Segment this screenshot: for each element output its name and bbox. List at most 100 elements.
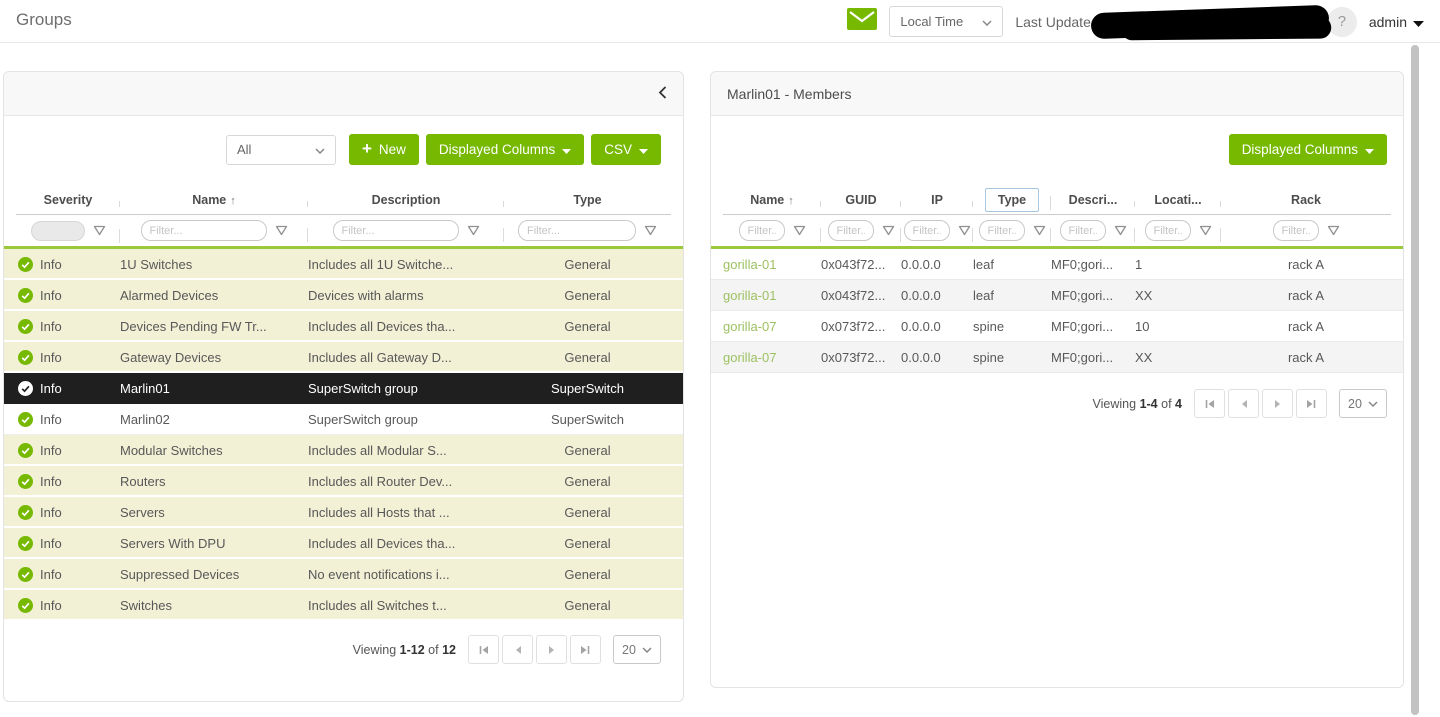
check-circle-icon bbox=[18, 598, 33, 613]
group-row[interactable]: Info Alarmed Devices Devices with alarms… bbox=[4, 280, 683, 311]
csv-button[interactable]: CSV bbox=[591, 134, 661, 165]
group-row[interactable]: Info Gateway Devices Includes all Gatewa… bbox=[4, 342, 683, 373]
group-scope-select[interactable]: All bbox=[226, 135, 336, 165]
column-header-rack[interactable]: Rack bbox=[1221, 193, 1391, 207]
column-header-name[interactable]: Name↑ bbox=[723, 193, 821, 207]
sort-asc-icon: ↑ bbox=[230, 195, 236, 207]
mail-button[interactable] bbox=[847, 8, 877, 35]
member-name-link[interactable]: gorilla-07 bbox=[723, 350, 776, 365]
vertical-scrollbar[interactable] bbox=[1411, 45, 1419, 715]
page-size-select[interactable]: 20 bbox=[1339, 389, 1387, 418]
filter-input[interactable] bbox=[828, 220, 874, 241]
prev-page-button[interactable] bbox=[502, 635, 533, 664]
member-name-link[interactable]: gorilla-01 bbox=[723, 257, 776, 272]
member-ip: 0.0.0.0 bbox=[901, 257, 973, 272]
group-row[interactable]: Info Modular Switches Includes all Modul… bbox=[4, 435, 683, 466]
groups-panel-header bbox=[4, 72, 683, 116]
members-displayed-columns-button[interactable]: Displayed Columns bbox=[1229, 134, 1387, 165]
column-header-description[interactable]: Descri... bbox=[1051, 193, 1135, 207]
group-type: General bbox=[504, 598, 671, 613]
severity-label: Info bbox=[40, 567, 62, 582]
group-row[interactable]: Info Servers With DPU Includes all Devic… bbox=[4, 528, 683, 559]
filter-cell bbox=[821, 220, 901, 241]
column-header-name[interactable]: Name↑ bbox=[120, 193, 308, 207]
funnel-icon[interactable] bbox=[1114, 225, 1127, 236]
member-row[interactable]: gorilla-07 0x073f72... 0.0.0.0 spine MF0… bbox=[711, 342, 1403, 373]
members-table-body: gorilla-01 0x043f72... 0.0.0.0 leaf MF0;… bbox=[711, 249, 1403, 373]
column-header-severity[interactable]: Severity bbox=[16, 193, 120, 207]
member-rack: rack A bbox=[1221, 350, 1391, 365]
name-filter-input[interactable] bbox=[141, 220, 267, 241]
filter-input[interactable] bbox=[1145, 220, 1191, 241]
last-page-button[interactable] bbox=[570, 635, 601, 664]
groups-table-body: Info 1U Switches Includes all 1U Switche… bbox=[4, 249, 683, 621]
timezone-select[interactable]: Local Time bbox=[889, 6, 1003, 37]
funnel-icon[interactable] bbox=[1327, 225, 1340, 236]
displayed-columns-button[interactable]: Displayed Columns bbox=[426, 134, 584, 165]
funnel-icon[interactable] bbox=[467, 225, 480, 236]
member-rack: rack A bbox=[1221, 257, 1391, 272]
member-name-link[interactable]: gorilla-07 bbox=[723, 319, 776, 334]
filter-input[interactable] bbox=[979, 220, 1025, 241]
filter-input[interactable] bbox=[739, 220, 785, 241]
check-circle-icon bbox=[18, 536, 33, 551]
check-circle-icon bbox=[18, 412, 33, 427]
last-page-button[interactable] bbox=[1296, 389, 1327, 418]
member-row[interactable]: gorilla-01 0x043f72... 0.0.0.0 leaf MF0;… bbox=[711, 249, 1403, 280]
group-type: General bbox=[504, 288, 671, 303]
funnel-icon[interactable] bbox=[1033, 225, 1046, 236]
funnel-icon[interactable] bbox=[882, 225, 895, 236]
member-row[interactable]: gorilla-01 0x043f72... 0.0.0.0 leaf MF0;… bbox=[711, 280, 1403, 311]
funnel-icon[interactable] bbox=[1199, 225, 1212, 236]
check-circle-icon bbox=[18, 505, 33, 520]
collapse-panel-button[interactable] bbox=[658, 86, 667, 102]
filter-input[interactable] bbox=[904, 220, 950, 241]
funnel-icon[interactable] bbox=[644, 225, 657, 236]
group-row[interactable]: Info Marlin02 SuperSwitch group SuperSwi… bbox=[4, 404, 683, 435]
filter-input[interactable] bbox=[1060, 220, 1106, 241]
group-row[interactable]: Info Devices Pending FW Tr... Includes a… bbox=[4, 311, 683, 342]
column-header-location[interactable]: Locati... bbox=[1135, 193, 1221, 207]
displayed-columns-button-label: Displayed Columns bbox=[439, 142, 555, 157]
description-filter-input[interactable] bbox=[333, 220, 459, 241]
column-header-guid[interactable]: GUID bbox=[821, 193, 901, 207]
group-row[interactable]: Info Suppressed Devices No event notific… bbox=[4, 559, 683, 590]
group-description: Includes all Switches t... bbox=[308, 598, 504, 613]
filter-input[interactable] bbox=[1273, 220, 1319, 241]
funnel-icon[interactable] bbox=[958, 225, 971, 236]
member-row[interactable]: gorilla-07 0x073f72... 0.0.0.0 spine MF0… bbox=[711, 311, 1403, 342]
group-row[interactable]: Info Marlin01 SuperSwitch group SuperSwi… bbox=[4, 373, 683, 404]
member-name-link[interactable]: gorilla-01 bbox=[723, 288, 776, 303]
severity-label: Info bbox=[40, 288, 62, 303]
funnel-icon[interactable] bbox=[793, 225, 806, 236]
first-page-button[interactable] bbox=[1194, 389, 1225, 418]
funnel-icon[interactable] bbox=[93, 225, 106, 236]
type-filter-input[interactable] bbox=[518, 220, 636, 241]
csv-button-label: CSV bbox=[604, 142, 632, 157]
group-row[interactable]: Info 1U Switches Includes all 1U Switche… bbox=[4, 249, 683, 280]
filter-cell bbox=[1051, 220, 1135, 241]
group-row[interactable]: Info Routers Includes all Router Dev... … bbox=[4, 466, 683, 497]
viewing-range: 1-4 bbox=[1140, 397, 1158, 411]
funnel-icon[interactable] bbox=[275, 225, 288, 236]
prev-page-button[interactable] bbox=[1228, 389, 1259, 418]
column-header-description[interactable]: Description bbox=[308, 193, 504, 207]
column-header-type[interactable]: Type bbox=[973, 188, 1051, 212]
column-header-type[interactable]: Type bbox=[504, 193, 671, 207]
next-page-button[interactable] bbox=[536, 635, 567, 664]
page-size-select[interactable]: 20 bbox=[613, 635, 661, 664]
column-header-ip[interactable]: IP bbox=[901, 193, 973, 207]
check-circle-icon bbox=[18, 257, 33, 272]
group-name: Marlin01 bbox=[120, 381, 308, 396]
group-row[interactable]: Info Switches Includes all Switches t...… bbox=[4, 590, 683, 621]
group-name: 1U Switches bbox=[120, 257, 308, 272]
members-panel-title: Marlin01 - Members bbox=[727, 86, 851, 102]
user-menu[interactable]: admin bbox=[1369, 14, 1424, 30]
severity-filter-box[interactable] bbox=[31, 221, 85, 241]
next-page-button[interactable] bbox=[1262, 389, 1293, 418]
new-group-button[interactable]: + New bbox=[349, 134, 419, 165]
help-button[interactable]: ? bbox=[1327, 7, 1357, 37]
group-row[interactable]: Info Servers Includes all Hosts that ...… bbox=[4, 497, 683, 528]
first-page-button[interactable] bbox=[468, 635, 499, 664]
first-page-icon bbox=[478, 645, 489, 655]
